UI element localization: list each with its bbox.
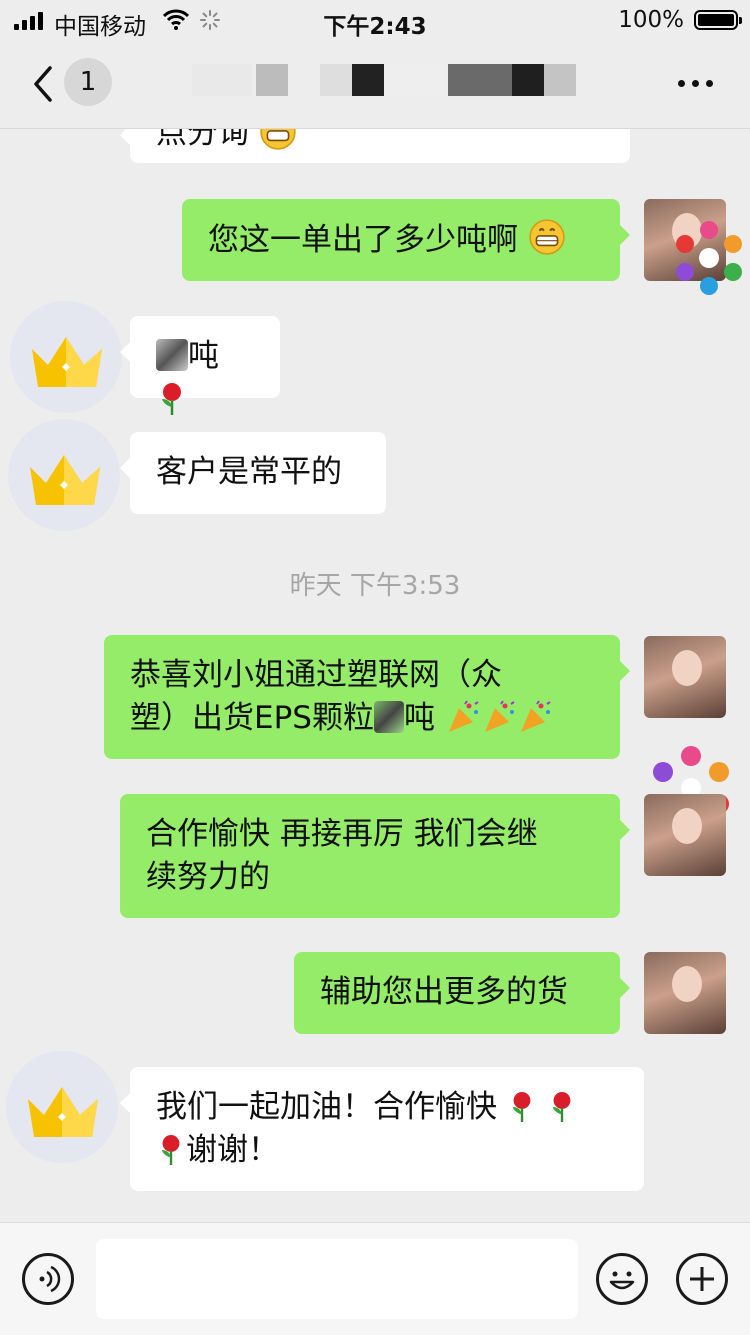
contact-avatar[interactable]	[10, 301, 122, 413]
message-sent[interactable]: 合作愉快 再接再厉 我们会继 续努力的	[120, 794, 630, 918]
message-list[interactable]: 点分询 您这一单出了多少吨啊 吨 客户是常平的 昨天 下午3:53 恭喜刘小姐通…	[0, 129, 750, 1222]
rose-emoji-icon	[162, 383, 181, 415]
message-text-line: 恭喜刘小姐通过塑联网（众	[130, 657, 502, 693]
back-chevron-icon[interactable]	[30, 64, 56, 104]
more-functions-button[interactable]	[676, 1253, 728, 1305]
message-text-line: 吨	[403, 700, 435, 736]
message-text-line: 谢谢！	[186, 1132, 279, 1168]
more-options-icon[interactable]	[678, 80, 714, 88]
rose-emoji-icon	[512, 1092, 531, 1122]
my-avatar[interactable]	[644, 636, 726, 718]
input-bar	[0, 1222, 750, 1335]
message-text-line: 我们一起加油！合作愉快	[156, 1089, 497, 1125]
battery-icon	[694, 10, 742, 30]
contact-avatar[interactable]	[6, 1051, 118, 1163]
message-text: 您这一单出了多少吨啊	[208, 222, 518, 258]
message-sent[interactable]: 您这一单出了多少吨啊	[182, 199, 630, 281]
party-popper-emoji-icon	[484, 700, 515, 732]
message-text: 客户是常平的	[156, 454, 342, 490]
timestamp-separator: 昨天 下午3:53	[289, 571, 461, 601]
message-text-line: 塑）出货EPS颗粒	[130, 700, 374, 736]
grinning-emoji-icon	[529, 219, 565, 255]
message-received[interactable]: 我们一起加油！合作愉快 谢谢！	[120, 1067, 644, 1191]
message-text-line: 续努力的	[146, 859, 270, 895]
redacted-number	[156, 339, 188, 371]
message-sent[interactable]: 辅助您出更多的货	[294, 952, 630, 1034]
rose-emoji-icon	[552, 1092, 571, 1122]
crown-icon	[32, 337, 102, 387]
message-received[interactable]: 点分询	[120, 129, 630, 163]
message-input[interactable]	[96, 1239, 578, 1319]
message-received[interactable]: 客户是常平的	[120, 432, 386, 514]
message-text: 点分询	[156, 129, 249, 151]
my-avatar[interactable]	[644, 952, 726, 1034]
voice-icon	[39, 1265, 61, 1293]
message-text: 辅助您出更多的货	[320, 974, 568, 1010]
party-popper-emoji-icon	[448, 700, 479, 732]
unread-count-badge[interactable]: 1	[64, 58, 112, 106]
plus-icon	[690, 1267, 714, 1291]
grinning-emoji-icon	[260, 129, 296, 150]
crown-icon	[28, 1087, 98, 1137]
message-text: 吨	[188, 338, 219, 374]
party-popper-emoji-icon	[520, 700, 551, 732]
rose-emoji-icon	[161, 1135, 180, 1165]
chat-header: 1	[0, 40, 750, 129]
voice-input-button[interactable]	[22, 1253, 74, 1305]
contact-avatar[interactable]	[8, 419, 120, 531]
my-avatar[interactable]	[644, 794, 726, 876]
message-text-line: 合作愉快 再接再厉 我们会继	[146, 816, 538, 852]
message-sent[interactable]: 恭喜刘小姐通过塑联网（众 塑）出货EPS颗粒吨	[104, 635, 630, 759]
flower-sticker-icon	[676, 221, 742, 295]
battery-percent: 100%	[618, 7, 684, 33]
smiley-icon	[609, 1271, 635, 1290]
message-received[interactable]: 吨	[120, 316, 280, 415]
status-bar: 中国移动 下午2:43 100%	[0, 0, 750, 40]
redacted-number	[373, 701, 404, 733]
emoji-button[interactable]	[596, 1253, 648, 1305]
crown-icon	[30, 455, 100, 505]
